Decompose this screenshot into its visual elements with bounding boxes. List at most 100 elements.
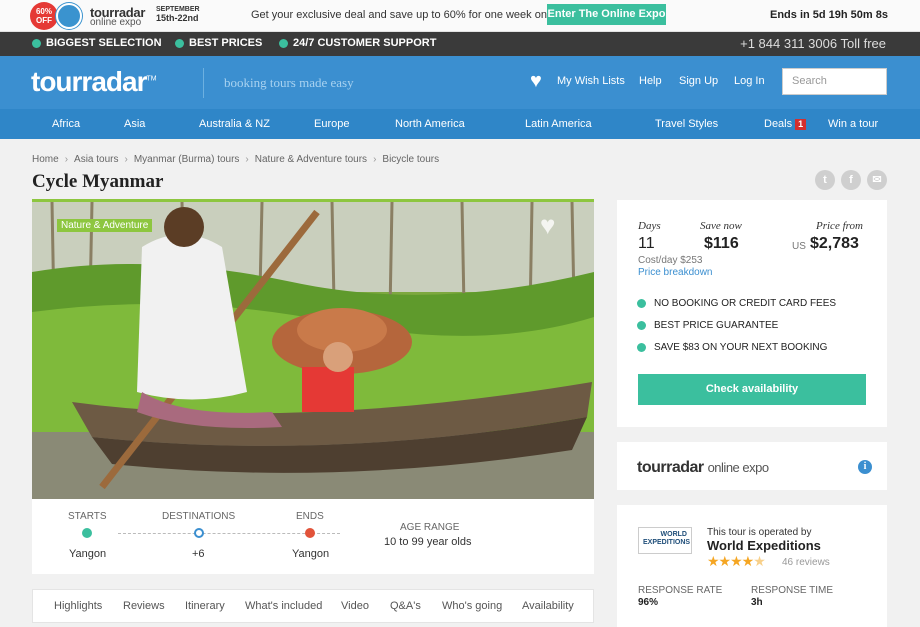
start-pin-icon xyxy=(82,528,92,538)
age-range-label: AGE RANGE xyxy=(400,522,460,533)
info-icon[interactable]: i xyxy=(858,460,872,474)
nav-item-africa[interactable]: Africa xyxy=(52,118,80,130)
benefit-item: SAVE $83 ON YOUR NEXT BOOKING xyxy=(637,342,827,353)
diamond-icon xyxy=(175,38,184,48)
site-header: tourradarTM booking tours made easy ♥ My… xyxy=(0,56,920,109)
operator-name[interactable]: World Expeditions xyxy=(707,538,821,553)
expo-card-sub: online expo xyxy=(707,460,770,475)
chevron-right-icon: › xyxy=(64,154,69,165)
tour-tabs: Highlights Reviews Itinerary What's incl… xyxy=(32,589,594,623)
tab-itinerary[interactable]: Itinerary xyxy=(185,600,225,612)
divider xyxy=(203,68,204,98)
breadcrumb-link[interactable]: Bicycle tours xyxy=(382,154,439,165)
nav-item-win-a-tour[interactable]: Win a tour xyxy=(828,118,878,130)
benefit-label: BEST PRICE GUARANTEE xyxy=(654,320,779,331)
expo-card-logo-text: tourradar xyxy=(637,459,704,476)
end-city: Yangon xyxy=(292,548,330,560)
end-flag-icon xyxy=(305,528,315,538)
destination-pin-icon xyxy=(194,528,204,538)
page-title: Cycle Myanmar xyxy=(32,171,164,192)
email-icon[interactable]: ✉ xyxy=(867,170,887,190)
nav-item-deals[interactable]: Deals 1 xyxy=(764,118,807,130)
check-icon xyxy=(637,343,646,352)
usp-item: BIGGEST SELECTION xyxy=(32,37,162,49)
wishlist-heart-icon[interactable]: ♥ xyxy=(540,210,555,241)
booking-card: Days Save now Price from 11 $116 US $2,7… xyxy=(617,200,887,427)
price-breakdown-link[interactable]: Price breakdown xyxy=(638,267,712,278)
search-input[interactable]: Search xyxy=(782,68,887,95)
nav-item-asia[interactable]: Asia xyxy=(124,118,145,130)
destinations-count[interactable]: +6 xyxy=(192,548,205,560)
facebook-icon[interactable]: f xyxy=(841,170,861,190)
age-range-value: 10 to 99 year olds xyxy=(384,536,472,548)
nav-item-travel-styles[interactable]: Travel Styles xyxy=(655,118,718,130)
starts-label: STARTS xyxy=(68,511,107,522)
breadcrumb-link[interactable]: Myanmar (Burma) tours xyxy=(134,154,240,165)
globe-icon xyxy=(56,3,82,29)
tab-whats-included[interactable]: What's included xyxy=(245,600,322,612)
tab-reviews[interactable]: Reviews xyxy=(123,600,165,612)
tab-highlights[interactable]: Highlights xyxy=(54,600,102,612)
twitter-icon[interactable]: t xyxy=(815,170,835,190)
reviews-count[interactable]: 46 reviews xyxy=(782,557,830,568)
star-rating: ★★★★★ xyxy=(707,553,766,569)
check-icon xyxy=(637,299,646,308)
days-value: 11 xyxy=(638,235,655,252)
breadcrumb: Home › Asia tours › Myanmar (Burma) tours ›… xyxy=(32,154,439,165)
breadcrumb-link[interactable]: Asia tours xyxy=(74,154,118,165)
benefit-item: NO BOOKING OR CREDIT CARD FEES xyxy=(637,298,836,309)
chevron-right-icon: › xyxy=(245,154,249,165)
operator-logo[interactable]: WORLD EXPEDITIONS xyxy=(638,527,692,554)
phone-number[interactable]: +1 844 311 3006 Toll free xyxy=(740,36,886,51)
chevron-right-icon: › xyxy=(124,154,128,165)
route-summary: STARTS DESTINATIONS ENDS Yangon +6 Yango… xyxy=(32,499,594,574)
benefit-label: SAVE $83 ON YOUR NEXT BOOKING xyxy=(654,342,828,353)
breadcrumb-link[interactable]: Nature & Adventure tours xyxy=(255,154,367,165)
start-city: Yangon xyxy=(69,548,107,560)
expo-card[interactable]: tourradar online expo i xyxy=(617,442,887,490)
breadcrumb-link[interactable]: Home xyxy=(32,154,59,165)
expo-subtitle: online expo xyxy=(90,17,142,28)
destinations-label: DESTINATIONS xyxy=(162,511,236,522)
nav-item-north-america[interactable]: North America xyxy=(395,118,465,130)
help-link[interactable]: Help xyxy=(639,75,662,87)
nav-item-europe[interactable]: Europe xyxy=(314,118,349,130)
nav-item-latin-america[interactable]: Latin America xyxy=(525,118,592,130)
region-nav: Africa Asia Australia & NZ Europe North … xyxy=(0,109,920,139)
category-tag[interactable]: Nature & Adventure xyxy=(57,219,153,232)
tab-whos-going[interactable]: Who's going xyxy=(442,600,502,612)
site-logo[interactable]: tourradarTM xyxy=(31,66,157,98)
deals-label: Deals xyxy=(764,118,793,130)
tab-availability[interactable]: Availability xyxy=(522,600,574,612)
usp-bar: BIGGEST SELECTION BEST PRICES 24/7 CUSTO… xyxy=(0,32,920,56)
usp-item: 24/7 CUSTOMER SUPPORT xyxy=(279,37,436,49)
nav-item-australia-nz[interactable]: Australia & NZ xyxy=(199,118,270,130)
ends-label: ENDS xyxy=(296,511,324,522)
tab-video[interactable]: Video xyxy=(341,600,369,612)
save-value: $116 xyxy=(704,235,739,252)
price-label: Price from xyxy=(816,220,863,232)
usp-label: BIGGEST SELECTION xyxy=(46,37,162,49)
heart-icon[interactable]: ♥ xyxy=(530,71,542,91)
days-label: Days xyxy=(638,220,661,232)
response-time-value: 3h xyxy=(751,597,763,608)
enter-expo-button[interactable]: Enter The Online Expo xyxy=(547,4,666,25)
deals-badge: 1 xyxy=(795,119,807,130)
cost-per-day: Cost/day $253 xyxy=(638,255,703,266)
wish-lists-link[interactable]: My Wish Lists xyxy=(557,75,625,87)
tab-qas[interactable]: Q&A's xyxy=(390,600,421,612)
usp-item: BEST PRICES xyxy=(175,37,262,49)
expo-dates: SEPTEMBER 15th-22nd xyxy=(156,5,200,23)
benefit-label: NO BOOKING OR CREDIT CARD FEES xyxy=(654,298,837,309)
tour-hero-image[interactable] xyxy=(32,199,594,499)
expo-date-range: 15th-22nd xyxy=(156,13,199,23)
log-in-link[interactable]: Log In xyxy=(734,75,765,87)
usp-label: 24/7 CUSTOMER SUPPORT xyxy=(293,37,437,49)
benefit-item: BEST PRICE GUARANTEE xyxy=(637,320,778,331)
sign-up-link[interactable]: Sign Up xyxy=(679,75,718,87)
promo-bar: 60% OFF tourradar online expo SEPTEMBER … xyxy=(0,0,920,32)
tagline: booking tours made easy xyxy=(224,75,354,90)
response-time-label: RESPONSE TIME xyxy=(751,585,834,596)
diamond-icon xyxy=(32,38,41,48)
check-availability-button[interactable]: Check availability xyxy=(638,374,866,405)
